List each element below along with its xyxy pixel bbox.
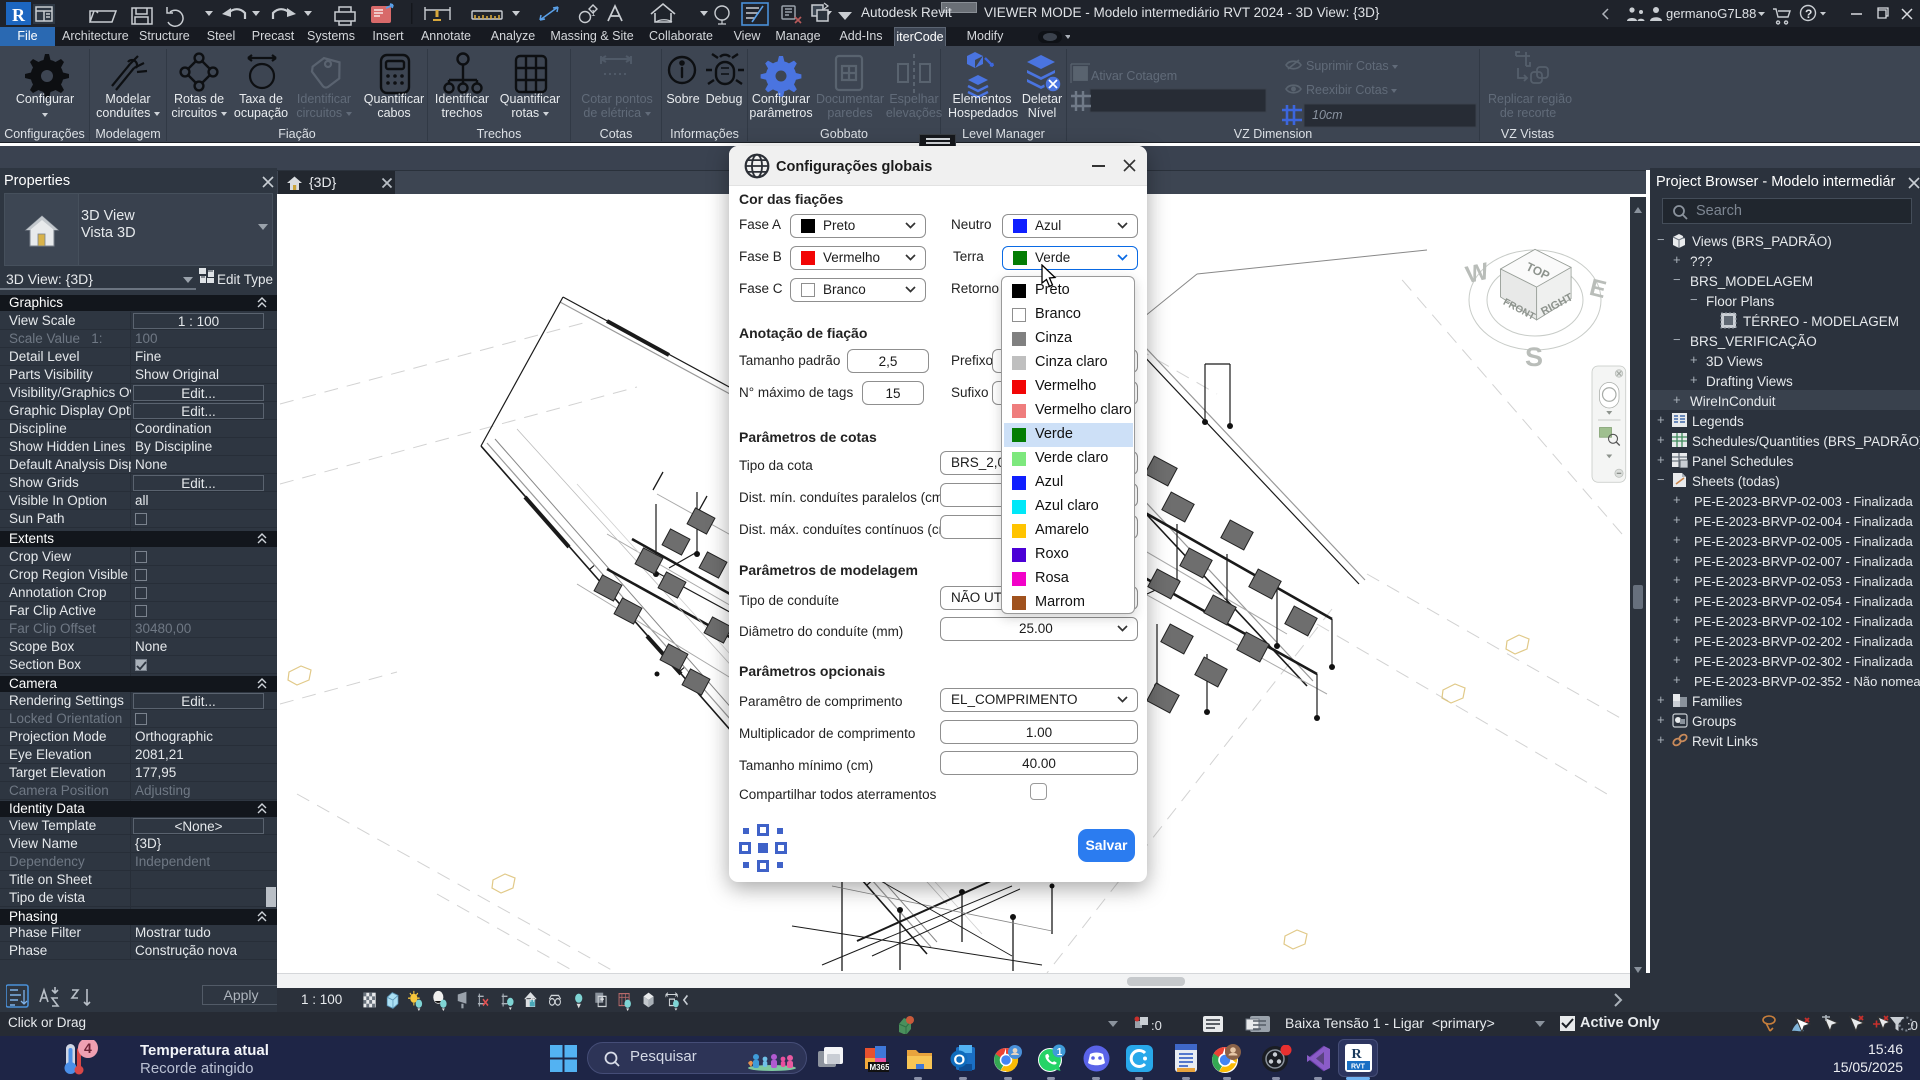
- svg-text::0: :0: [1907, 1018, 1918, 1033]
- svg-text:germanoG7L88: germanoG7L88: [1666, 6, 1756, 21]
- svg-text:R: R: [1352, 1047, 1363, 1062]
- svg-text:?: ?: [1805, 7, 1812, 21]
- svg-text:M365: M365: [870, 1063, 890, 1072]
- svg-text:1: 1: [591, 9, 596, 18]
- svg-text::0: :0: [1151, 1018, 1162, 1033]
- svg-text:O: O: [954, 1052, 966, 1069]
- svg-text:R: R: [12, 5, 26, 25]
- svg-text:4: 4: [84, 1040, 92, 1056]
- svg-text:W: W: [1463, 258, 1491, 289]
- svg-text:RVT: RVT: [1351, 1064, 1366, 1071]
- svg-text:S: S: [1525, 342, 1543, 372]
- svg-text:1: 1: [1057, 1047, 1063, 1058]
- svg-text:E: E: [1587, 274, 1609, 304]
